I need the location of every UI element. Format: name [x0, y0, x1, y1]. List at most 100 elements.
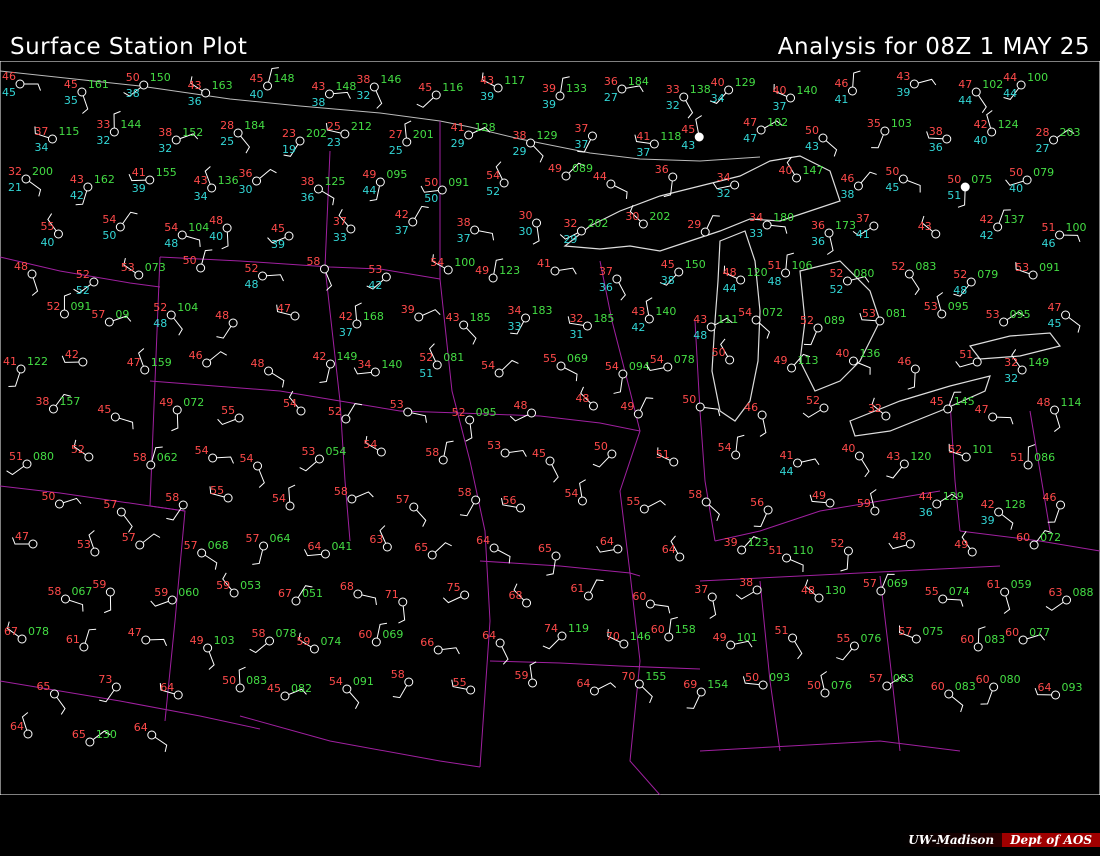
temperature-label: 45 — [681, 123, 695, 136]
temperature-label: 52 — [806, 394, 820, 407]
pressure-label: 144 — [120, 118, 141, 131]
sky-cover-icon — [971, 87, 981, 97]
dewpoint-label: 37 — [395, 224, 409, 237]
sky-cover-icon — [21, 174, 31, 184]
pressure-label: 155 — [156, 166, 177, 179]
credit-department: Dept of AOS — [1002, 833, 1100, 847]
temperature-label: 35 — [867, 117, 881, 130]
temperature-label: 55 — [626, 495, 640, 508]
temperature-label: 58 — [458, 486, 472, 499]
temperature-label: 33 — [96, 118, 110, 131]
temperature-label: 64 — [600, 535, 614, 548]
temperature-label: 57 — [184, 539, 198, 552]
temperature-label: 57 — [869, 672, 883, 685]
sky-cover-icon — [988, 412, 998, 422]
sky-cover-icon — [679, 92, 689, 102]
sky-cover-icon — [943, 404, 953, 414]
pressure-label: 130 — [96, 728, 117, 741]
sky-cover-icon — [619, 639, 629, 649]
dewpoint-label: 29 — [563, 233, 577, 246]
temperature-label: 37 — [694, 583, 708, 596]
sky-cover-icon — [489, 543, 499, 553]
sky-cover-icon — [500, 448, 510, 458]
sky-cover-icon — [576, 226, 586, 236]
pressure-label: 163 — [212, 79, 233, 92]
temperature-label: 64 — [662, 543, 676, 556]
dewpoint-label: 45 — [1048, 317, 1062, 330]
temperature-label: 50 — [594, 440, 608, 453]
sky-cover-icon — [347, 494, 357, 504]
sky-cover-icon — [284, 231, 294, 241]
pressure-label: 129 — [537, 129, 558, 142]
pressure-label: 202 — [587, 217, 608, 230]
temperature-label: 43 — [631, 305, 645, 318]
sky-cover-icon — [818, 133, 828, 143]
dewpoint-label: 52 — [486, 185, 500, 198]
sky-cover-icon — [1055, 230, 1065, 240]
temperature-label: 36 — [655, 163, 669, 176]
temperature-label: 73 — [98, 673, 112, 686]
dewpoint-label: 34 — [34, 141, 48, 154]
sky-cover-icon — [972, 357, 982, 367]
sky-cover-icon — [233, 128, 243, 138]
dewpoint-label: 52 — [76, 284, 90, 297]
sky-cover-icon — [532, 218, 542, 228]
sky-cover-icon — [488, 273, 498, 283]
pressure-label: 157 — [59, 395, 80, 408]
temperature-label: 42 — [981, 498, 995, 511]
temperature-label: 25 — [327, 120, 341, 133]
dewpoint-label: 50 — [102, 229, 116, 242]
pressure-label: 140 — [655, 305, 676, 318]
pressure-label: 062 — [157, 451, 178, 464]
sky-cover-icon — [203, 643, 213, 653]
temperature-label: 45 — [418, 81, 432, 94]
sky-cover-icon — [1018, 635, 1028, 645]
temperature-label: 32 — [868, 402, 882, 415]
pressure-label: 115 — [58, 125, 79, 138]
pressure-label: 060 — [178, 586, 199, 599]
dewpoint-label: 33 — [508, 320, 522, 333]
dewpoint-label: 38 — [840, 188, 854, 201]
sky-cover-icon — [109, 127, 119, 137]
pressure-label: 083 — [955, 680, 976, 693]
sky-cover-icon — [438, 455, 448, 465]
sky-cover-icon — [1017, 365, 1027, 375]
pressure-label: 095 — [1010, 308, 1031, 321]
pressure-label: 201 — [413, 128, 434, 141]
dewpoint-label: 32 — [158, 142, 172, 155]
sky-cover-icon — [408, 217, 418, 227]
sky-cover-icon — [937, 309, 947, 319]
dewpoint-label: 40 — [250, 88, 264, 101]
sky-cover-icon — [875, 316, 885, 326]
sky-cover-icon — [932, 499, 942, 509]
pressure-label: 079 — [1033, 166, 1054, 179]
pressure-label: 185 — [470, 311, 491, 324]
sky-cover-icon — [706, 322, 716, 332]
temperature-label: 50 — [126, 71, 140, 84]
temperature-label: 52 — [800, 314, 814, 327]
sky-cover-icon — [1023, 460, 1033, 470]
pressure-label: 068 — [208, 539, 229, 552]
temperature-label: 65 — [538, 542, 552, 555]
temperature-label: 46 — [834, 77, 848, 90]
pressure-label: 086 — [1034, 451, 1055, 464]
pressure-label: 102 — [767, 116, 788, 129]
sky-cover-icon — [431, 90, 441, 100]
temperature-label: 55 — [836, 632, 850, 645]
sky-cover-icon — [15, 79, 25, 89]
temperature-label: 61 — [570, 582, 584, 595]
temperature-label: 58 — [306, 255, 320, 268]
sky-cover-icon — [663, 362, 673, 372]
sky-cover-icon — [166, 310, 176, 320]
sky-cover-icon — [207, 183, 217, 193]
sky-cover-icon — [700, 227, 710, 237]
temperature-label: 52 — [419, 351, 433, 364]
pressure-label: 118 — [660, 130, 681, 143]
sky-cover-icon — [617, 84, 627, 94]
sky-cover-icon — [296, 406, 306, 416]
sky-cover-icon — [674, 267, 684, 277]
sky-cover-icon — [1051, 690, 1061, 700]
sky-cover-icon — [847, 86, 857, 96]
pressure-label: 081 — [443, 351, 464, 364]
pressure-label: 203 — [1060, 126, 1081, 139]
